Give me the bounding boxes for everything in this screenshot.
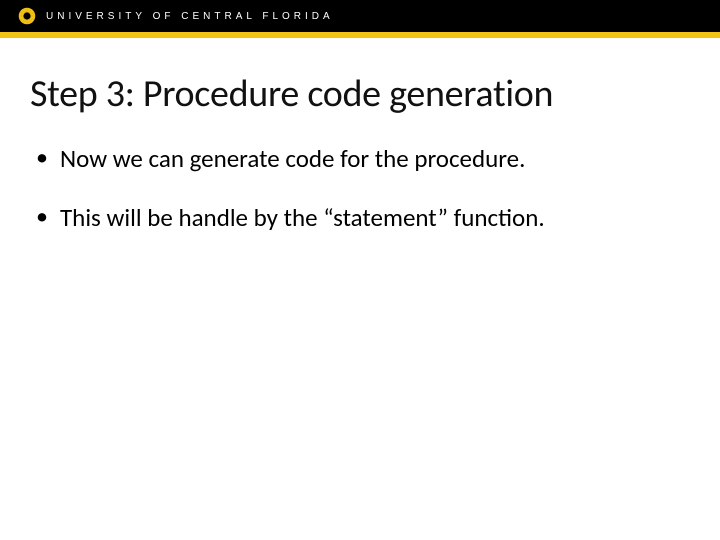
header-bar: UNIVERSITY OF CENTRAL FLORIDA	[0, 0, 720, 32]
ucf-logo-icon	[18, 7, 36, 25]
slide-title: Step 3: Procedure code generation	[30, 74, 690, 116]
slide-content: Step 3: Procedure code generation Now we…	[0, 38, 720, 233]
list-item: This will be handle by the “statement” f…	[36, 203, 690, 233]
list-item: Now we can generate code for the procedu…	[36, 144, 690, 174]
university-name: UNIVERSITY OF CENTRAL FLORIDA	[46, 11, 334, 22]
bullet-list: Now we can generate code for the procedu…	[30, 144, 690, 233]
